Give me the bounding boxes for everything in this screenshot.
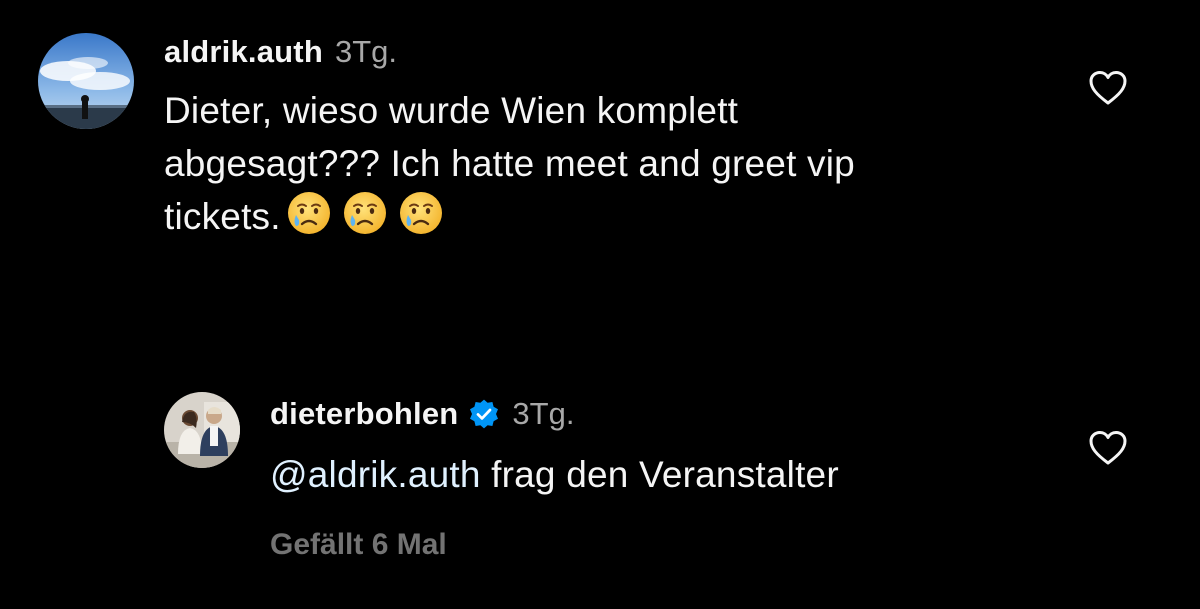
avatar[interactable] <box>164 392 240 468</box>
crying-face-icon <box>343 191 387 249</box>
timestamp: 3Tg. <box>512 396 575 431</box>
timestamp: 3Tg. <box>334 34 397 69</box>
sky-sea-avatar-icon <box>38 33 134 129</box>
username[interactable]: dieterbohlen <box>270 396 458 432</box>
verified-badge-icon <box>468 398 500 430</box>
comment-header: aldrik.auth 3Tg. <box>164 33 397 71</box>
username[interactable]: aldrik.auth <box>164 34 323 70</box>
heart-outline-icon <box>1089 71 1127 105</box>
comment-line: tickets. <box>164 190 1044 249</box>
crying-face-icon <box>287 191 331 249</box>
reply-text: @aldrik.auth frag den Veranstalter <box>270 448 1070 501</box>
reply-message: frag den Veranstalter <box>480 454 839 495</box>
avatar[interactable] <box>38 33 134 129</box>
reply-header: dieterbohlen 3Tg. <box>270 394 574 434</box>
likes-count[interactable]: Gefällt 6 Mal <box>270 528 447 562</box>
crying-face-icon <box>399 191 443 249</box>
emoji-row <box>287 191 455 249</box>
couple-photo-avatar-icon <box>164 392 240 468</box>
like-button[interactable] <box>1088 70 1128 106</box>
comment-text: Dieter, wieso wurde Wien komplett abgesa… <box>164 84 1044 249</box>
heart-outline-icon <box>1089 431 1127 465</box>
comment-line-text: tickets. <box>164 196 281 237</box>
comment-line: abgesagt??? Ich hatte meet and greet vip <box>164 143 855 184</box>
reply: dieterbohlen 3Tg. @aldrik.auth frag den … <box>0 370 1200 609</box>
comment-line: Dieter, wieso wurde Wien komplett <box>164 90 739 131</box>
like-button[interactable] <box>1088 430 1128 466</box>
mention-link[interactable]: @aldrik.auth <box>270 454 481 495</box>
comment: aldrik.auth 3Tg. Dieter, wieso wurde Wie… <box>0 0 1200 300</box>
